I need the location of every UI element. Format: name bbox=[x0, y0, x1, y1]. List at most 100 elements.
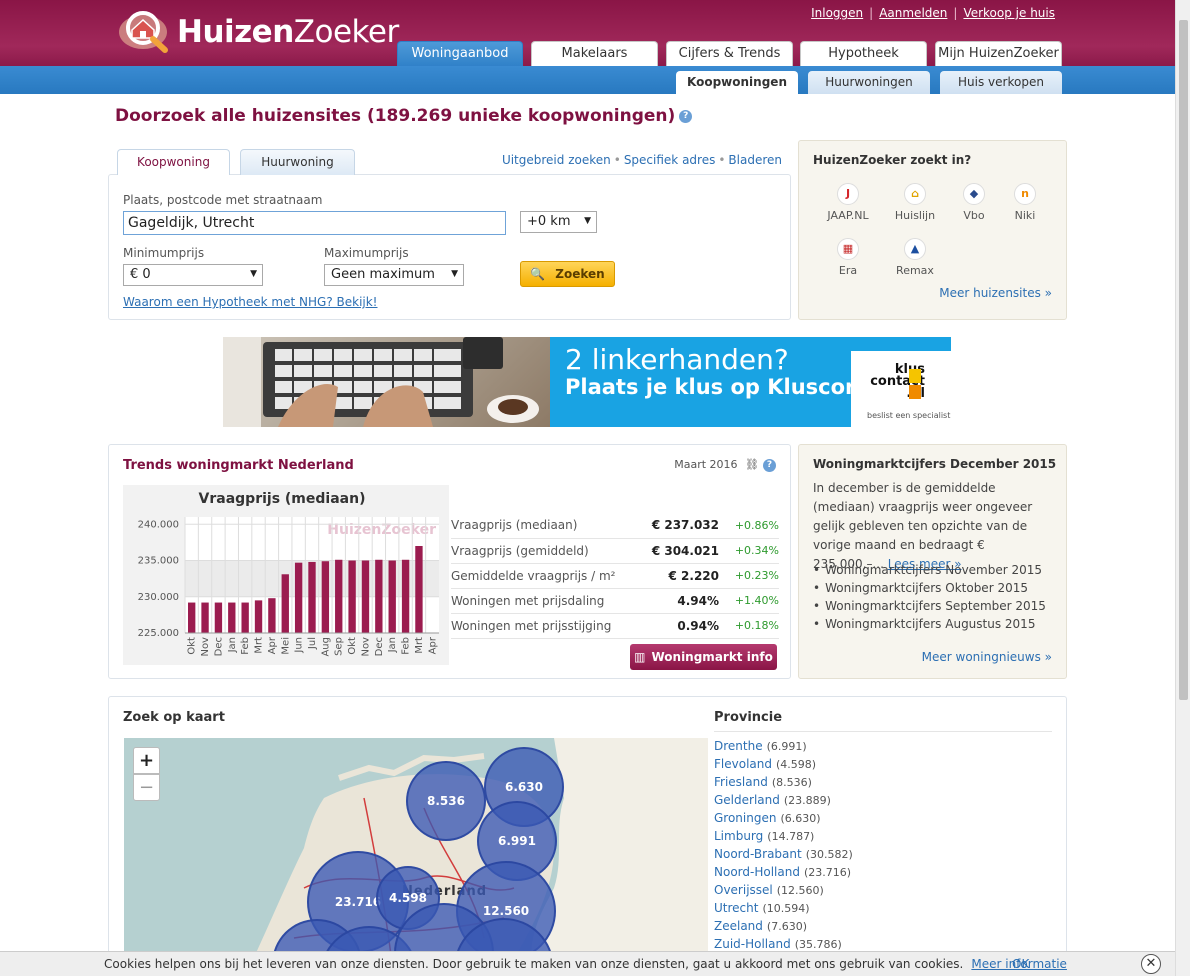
province-link[interactable]: Overijssel bbox=[714, 883, 773, 897]
province-link[interactable]: Flevoland bbox=[714, 757, 772, 771]
max-price-select[interactable]: Geen maximum ▼ bbox=[324, 264, 464, 286]
tab-woningaanbod[interactable]: Woningaanbod bbox=[397, 41, 523, 67]
stats-row: Vraagprijs (gemiddeld) € 304.021 +0.34% bbox=[451, 538, 779, 564]
chart-bar bbox=[361, 560, 370, 633]
ad-banner[interactable]: 2 linkerhanden? Plaats je klus op Klusco… bbox=[223, 337, 951, 427]
chevron-down-icon: ▼ bbox=[584, 216, 591, 226]
news-item[interactable]: Woningmarktcijfers September 2015 bbox=[813, 597, 1046, 615]
kluscontact-logo: klus contact .nl beslist een specialist bbox=[851, 351, 951, 427]
province-item[interactable]: Overijssel (12.560) bbox=[714, 883, 1052, 901]
cookie-ok-link[interactable]: OK bbox=[1012, 957, 1029, 971]
province-link[interactable]: Drenthe bbox=[714, 739, 763, 753]
province-link[interactable]: Groningen bbox=[714, 811, 776, 825]
browse-link[interactable]: Bladeren bbox=[728, 153, 782, 167]
x-tick-label: Jan bbox=[227, 637, 238, 653]
site-jaap[interactable]: J JAAP.NL bbox=[818, 183, 878, 222]
province-item[interactable]: Limburg (14.787) bbox=[714, 829, 1052, 847]
x-tick-label: Feb bbox=[240, 637, 251, 655]
province-link[interactable]: Limburg bbox=[714, 829, 763, 843]
province-item[interactable]: Zeeland (7.630) bbox=[714, 919, 1052, 937]
sites-title: HuizenZoeker zoekt in? bbox=[813, 153, 972, 167]
province-item[interactable]: Gelderland (23.889) bbox=[714, 793, 1052, 811]
specific-address-link[interactable]: Specifiek adres bbox=[624, 153, 716, 167]
more-sites-link[interactable]: Meer huizensites » bbox=[939, 286, 1052, 300]
register-link[interactable]: Aanmelden bbox=[879, 6, 947, 20]
more-news-link[interactable]: Meer woningnieuws » bbox=[922, 650, 1052, 664]
netherlands-map[interactable]: Nederland + − 8.536 6.630 6.991 23.716 4… bbox=[124, 738, 708, 976]
x-tick-label: Jul bbox=[307, 637, 318, 650]
place-input[interactable] bbox=[123, 211, 506, 235]
site-remax[interactable]: ▲ Remax bbox=[885, 238, 945, 277]
site-era[interactable]: ▦ Era bbox=[818, 238, 878, 277]
search-button[interactable]: 🔍 Zoeken bbox=[520, 261, 615, 287]
nhg-link[interactable]: Waarom een Hypotheek met NHG? Bekijk! bbox=[123, 295, 378, 309]
sites-panel: HuizenZoeker zoekt in? J JAAP.NL ⌂ Huislij… bbox=[798, 140, 1067, 320]
x-tick-label: Dec bbox=[213, 637, 224, 656]
sell-house-link[interactable]: Verkoop je huis bbox=[963, 6, 1055, 20]
woningmarkt-info-button[interactable]: ▥ Woningmarkt info bbox=[630, 644, 777, 670]
province-link[interactable]: Noord-Brabant bbox=[714, 847, 802, 861]
province-item[interactable]: Noord-Brabant (30.582) bbox=[714, 847, 1052, 865]
subtab-koopwoningen[interactable]: Koopwoningen bbox=[676, 71, 798, 94]
trends-date: Maart 2016 ⛓? bbox=[674, 458, 776, 472]
province-item[interactable]: Flevoland (4.598) bbox=[714, 757, 1052, 775]
x-tick-label: Mei bbox=[280, 637, 291, 655]
huislijn-icon: ⌂ bbox=[904, 183, 926, 205]
province-count: (12.560) bbox=[776, 884, 824, 897]
site-niki[interactable]: n Niki bbox=[995, 183, 1055, 222]
tab-hypotheek[interactable]: Hypotheek bbox=[800, 41, 927, 67]
province-link[interactable]: Zeeland bbox=[714, 919, 763, 933]
min-price-select[interactable]: € 0 ▼ bbox=[123, 264, 263, 286]
cluster-friesland[interactable]: 8.536 bbox=[406, 761, 486, 841]
site-header: HuizenZoeker Inloggen | Aanmelden | Verkoop … bbox=[0, 0, 1175, 67]
province-link[interactable]: Gelderland bbox=[714, 793, 780, 807]
province-item[interactable]: Utrecht (10.594) bbox=[714, 901, 1052, 919]
x-tick-label: Okt bbox=[347, 637, 358, 655]
banner-photo bbox=[223, 337, 550, 427]
x-tick-label: Aug bbox=[320, 637, 331, 657]
province-item[interactable]: Groningen (6.630) bbox=[714, 811, 1052, 829]
chart-bar bbox=[375, 559, 383, 633]
province-count: (35.786) bbox=[794, 938, 842, 951]
subtab-huurwoningen[interactable]: Huurwoningen bbox=[808, 71, 930, 94]
tab-cijfers-trends[interactable]: Cijfers & Trends bbox=[666, 41, 793, 67]
help-icon[interactable]: ? bbox=[679, 109, 693, 123]
link-icon[interactable]: ⛓ bbox=[745, 458, 759, 471]
login-link[interactable]: Inloggen bbox=[811, 6, 863, 20]
close-icon[interactable]: ✕ bbox=[1141, 954, 1161, 974]
advanced-search-link[interactable]: Uitgebreid zoeken bbox=[502, 153, 611, 167]
news-item[interactable]: Woningmarktcijfers Oktober 2015 bbox=[813, 579, 1046, 597]
province-link[interactable]: Zuid-Holland bbox=[714, 937, 791, 951]
province-list: Provincie Drenthe (6.991) Flevoland (4.598)… bbox=[714, 710, 1052, 955]
radius-select[interactable]: +0 km ▼ bbox=[520, 211, 597, 233]
site-huislijn[interactable]: ⌂ Huislijn bbox=[885, 183, 945, 222]
stat-change: +0.23% bbox=[729, 563, 779, 589]
province-link[interactable]: Noord-Holland bbox=[714, 865, 800, 879]
news-panel: Woningmarktcijfers December 2015 In dece… bbox=[798, 444, 1067, 679]
page-scrollbar[interactable] bbox=[1175, 0, 1190, 976]
scrollbar-thumb[interactable] bbox=[1179, 20, 1188, 700]
province-item[interactable]: Drenthe (6.991) bbox=[714, 739, 1052, 757]
tab-mijn-huizenzoeker[interactable]: Mijn HuizenZoeker bbox=[935, 41, 1062, 67]
y-tick-label: 235.000 bbox=[138, 556, 179, 567]
remax-icon: ▲ bbox=[904, 238, 926, 260]
province-item[interactable]: Noord-Holland (23.716) bbox=[714, 865, 1052, 883]
province-count: (23.716) bbox=[803, 866, 852, 879]
subtab-huis-verkopen[interactable]: Huis verkopen bbox=[940, 71, 1062, 94]
province-link[interactable]: Utrecht bbox=[714, 901, 758, 915]
tab-huurwoning[interactable]: Huurwoning bbox=[240, 149, 355, 175]
jaap-icon: J bbox=[837, 183, 859, 205]
help-icon[interactable]: ? bbox=[763, 458, 776, 472]
stat-value: 0.94% bbox=[640, 613, 729, 639]
tab-koopwoning[interactable]: Koopwoning bbox=[117, 149, 230, 175]
zoom-out-button[interactable]: − bbox=[133, 774, 160, 801]
tab-makelaars[interactable]: Makelaars bbox=[531, 41, 658, 67]
zoom-in-button[interactable]: + bbox=[133, 747, 160, 774]
province-link[interactable]: Friesland bbox=[714, 775, 768, 789]
news-item[interactable]: Woningmarktcijfers Augustus 2015 bbox=[813, 615, 1046, 633]
stat-label: Woningen met prijsdaling bbox=[451, 588, 641, 614]
news-item[interactable]: Woningmarktcijfers November 2015 bbox=[813, 561, 1046, 579]
province-item[interactable]: Friesland (8.536) bbox=[714, 775, 1052, 793]
stat-value: 4.94% bbox=[640, 588, 729, 614]
place-label: Plaats, postcode met straatnaam bbox=[123, 193, 323, 207]
